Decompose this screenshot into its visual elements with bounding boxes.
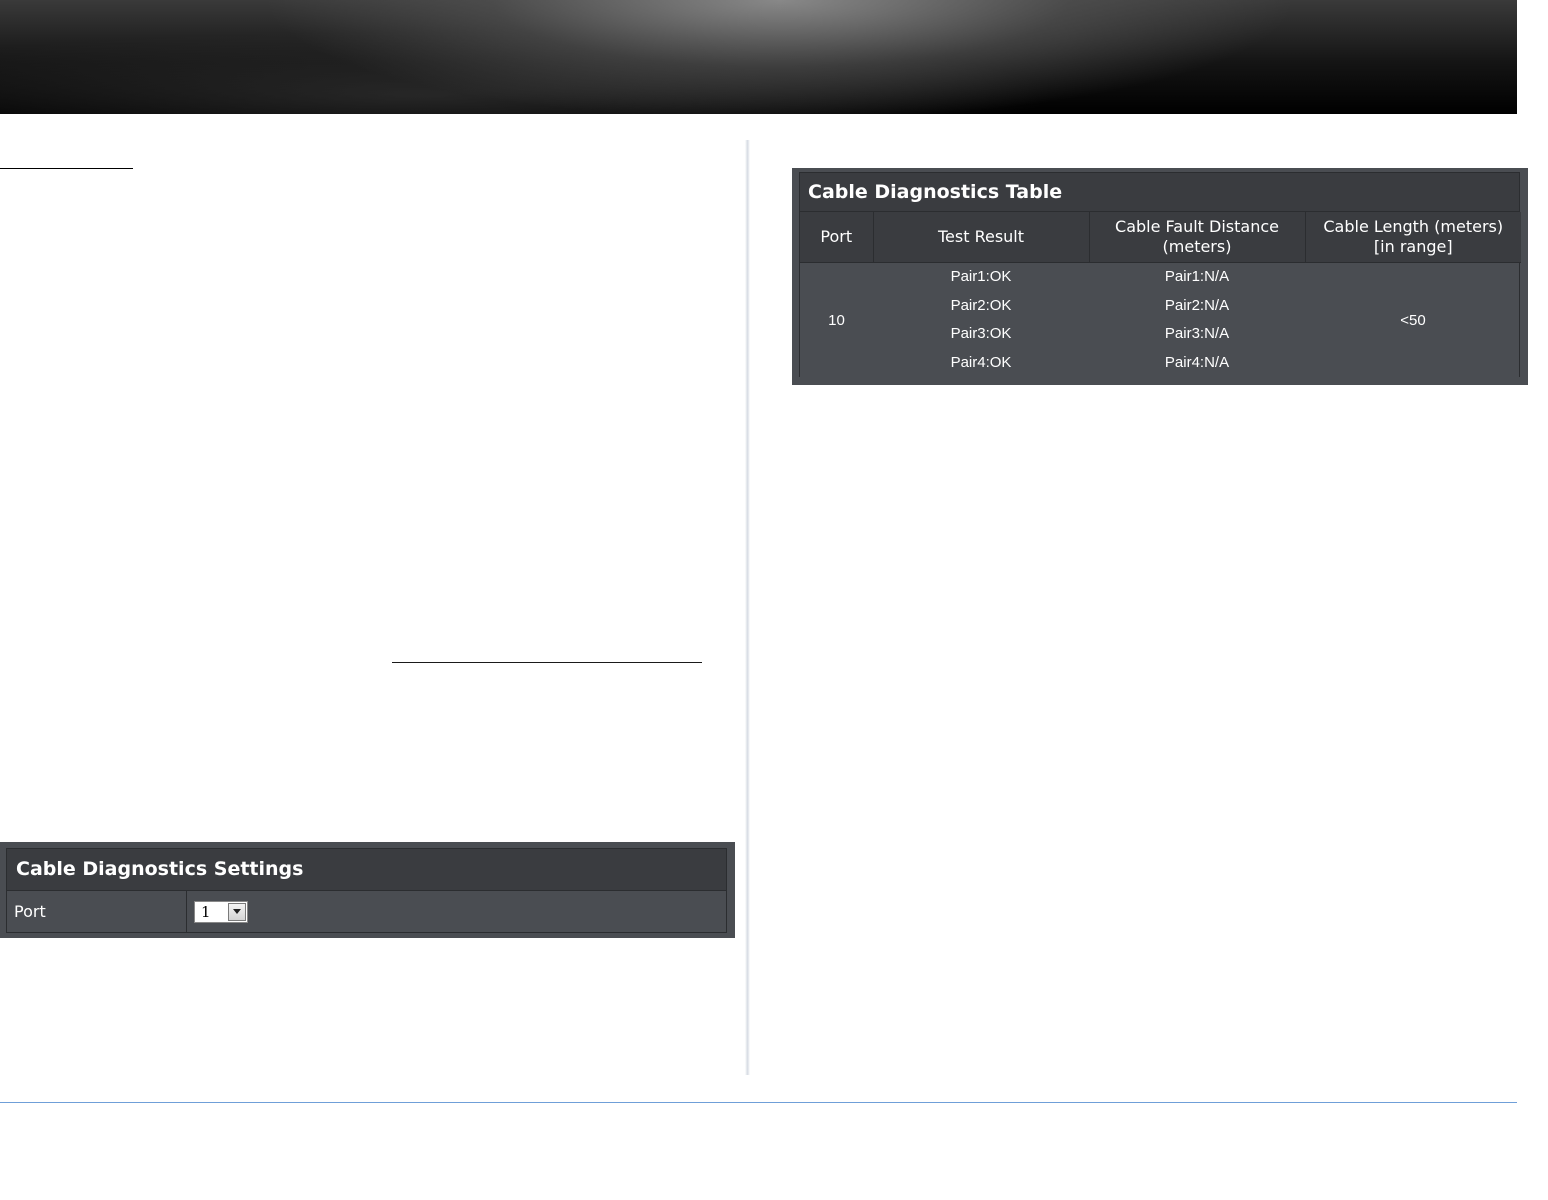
settings-panel-title: Cable Diagnostics Settings: [7, 849, 726, 891]
test-result-item: Pair2:OK: [950, 296, 1012, 314]
port-select[interactable]: 1: [194, 900, 248, 923]
cable-diagnostics-settings-panel: Cable Diagnostics Settings Port 1: [0, 842, 735, 938]
fault-distance-item: Pair4:N/A: [1164, 353, 1230, 371]
cell-cable-length: <50: [1400, 311, 1426, 329]
column-header-port: Port: [800, 212, 874, 263]
test-result-item: Pair3:OK: [950, 325, 1012, 342]
port-setting-row: Port 1: [7, 891, 726, 932]
test-result-list: Pair1:OK Pair2:OK Pair3:OK Pair4:OK: [873, 263, 1089, 377]
diagnostics-table-title: Cable Diagnostics Table: [800, 173, 1519, 212]
fault-distance-item: Pair3:N/A: [1164, 325, 1230, 342]
column-divider: [745, 140, 750, 1075]
test-result-item: Pair1:OK: [950, 268, 1012, 285]
port-select-value: 1: [201, 902, 211, 921]
column-header-cable-length: Cable Length (meters) [in range]: [1305, 212, 1521, 263]
fault-distance-item: Pair2:N/A: [1164, 296, 1230, 314]
diagnostics-table: Port Test Result Cable Fault Distance (m…: [800, 212, 1521, 377]
test-result-item: Pair4:OK: [950, 353, 1012, 371]
column-header-fault-distance: Cable Fault Distance (meters): [1089, 212, 1306, 263]
cell-port: 10: [828, 311, 845, 329]
column-header-test-result: Test Result: [873, 212, 1090, 263]
table-row: 10 Pair1:OK Pair2:OK Pair3:OK Pair4:OK P…: [800, 263, 1521, 378]
fault-distance-list: Pair1:N/A Pair2:N/A Pair3:N/A Pair4:N/A: [1089, 263, 1305, 377]
port-label: Port: [7, 891, 187, 932]
footer-rule: [0, 1102, 1517, 1103]
fault-distance-item: Pair1:N/A: [1164, 268, 1230, 285]
header-banner: [0, 0, 1517, 114]
cable-diagnostics-table-panel: Cable Diagnostics Table Port Test Result…: [792, 168, 1528, 385]
chevron-down-icon[interactable]: [228, 902, 246, 921]
section-heading-underline: [0, 168, 133, 169]
link-underline: [392, 662, 702, 663]
